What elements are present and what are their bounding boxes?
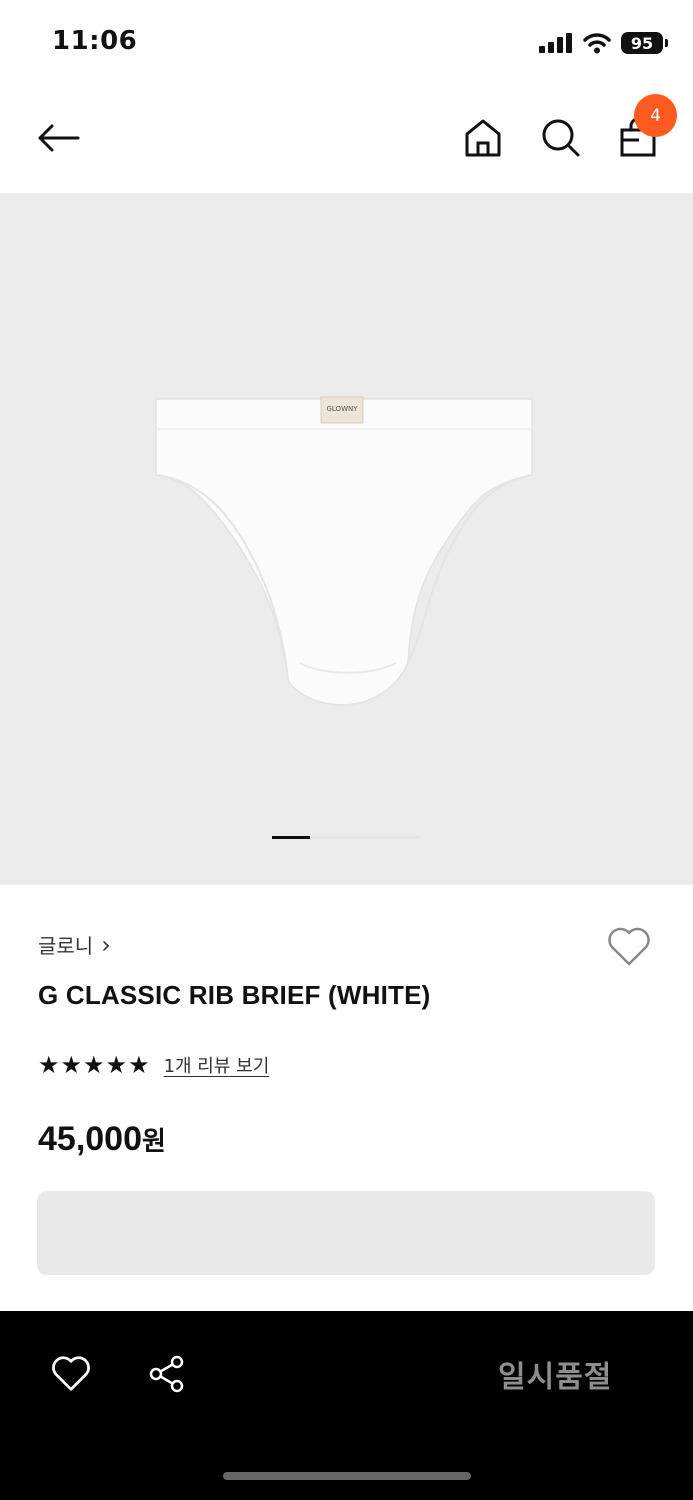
product-image-gallery[interactable]: GLOWNY xyxy=(0,193,693,885)
chevron-right-icon: › xyxy=(101,930,111,959)
back-button[interactable] xyxy=(30,112,86,164)
price-value: 45,000 xyxy=(38,1120,142,1158)
heart-outline-icon xyxy=(52,1356,90,1391)
bottom-wishlist-button[interactable] xyxy=(46,1350,96,1398)
heart-outline-icon xyxy=(608,927,650,966)
rating-row: ★ ★ ★ ★ ★ 1개 리뷰 보기 xyxy=(38,1052,269,1078)
arrow-left-icon xyxy=(38,124,80,152)
wifi-icon xyxy=(583,33,611,54)
share-icon xyxy=(149,1355,184,1393)
option-select-box[interactable] xyxy=(37,1191,655,1275)
cart-count-badge: 4 xyxy=(634,94,677,137)
price: 45,000 원 xyxy=(38,1120,166,1159)
brand-link[interactable]: 글로니 › xyxy=(38,930,111,959)
gallery-pager xyxy=(272,836,420,839)
product-title: G CLASSIC RIB BRIEF (WHITE) xyxy=(38,980,431,1010)
pager-track xyxy=(310,836,420,839)
status-icons: 95 xyxy=(539,30,668,56)
home-button[interactable] xyxy=(458,112,508,164)
star-icon: ★ xyxy=(83,1051,105,1079)
signal-icon xyxy=(539,33,572,53)
star-icon: ★ xyxy=(128,1051,150,1079)
status-time: 11:06 xyxy=(52,26,138,56)
product-image: GLOWNY xyxy=(155,396,533,706)
pager-active-indicator xyxy=(272,836,310,839)
battery-indicator: 95 xyxy=(621,32,668,54)
star-icon: ★ xyxy=(105,1051,128,1079)
wishlist-button[interactable] xyxy=(604,924,654,970)
share-button[interactable] xyxy=(142,1350,192,1398)
sold-out-button[interactable]: 일시품절 xyxy=(498,1352,612,1396)
star-icon: ★ xyxy=(38,1051,60,1079)
home-indicator xyxy=(223,1472,471,1480)
brand-name: 글로니 xyxy=(38,934,94,958)
price-unit: 원 xyxy=(142,1127,166,1157)
star-icon: ★ xyxy=(60,1051,83,1079)
brand-label-on-image: GLOWNY xyxy=(326,405,358,413)
search-icon xyxy=(542,119,580,157)
rating-stars: ★ ★ ★ ★ ★ xyxy=(38,1053,150,1077)
home-icon xyxy=(465,119,501,157)
battery-level: 95 xyxy=(630,33,654,53)
review-link[interactable]: 1개 리뷰 보기 xyxy=(164,1052,270,1078)
search-button[interactable] xyxy=(536,112,586,164)
